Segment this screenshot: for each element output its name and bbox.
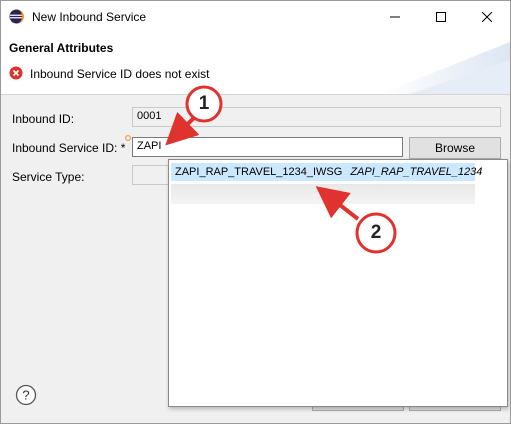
annotation-arrows <box>165 85 397 254</box>
callout-2: 2 <box>370 222 382 243</box>
arrow-2 <box>315 186 360 221</box>
callout-1: 1 <box>198 93 210 114</box>
